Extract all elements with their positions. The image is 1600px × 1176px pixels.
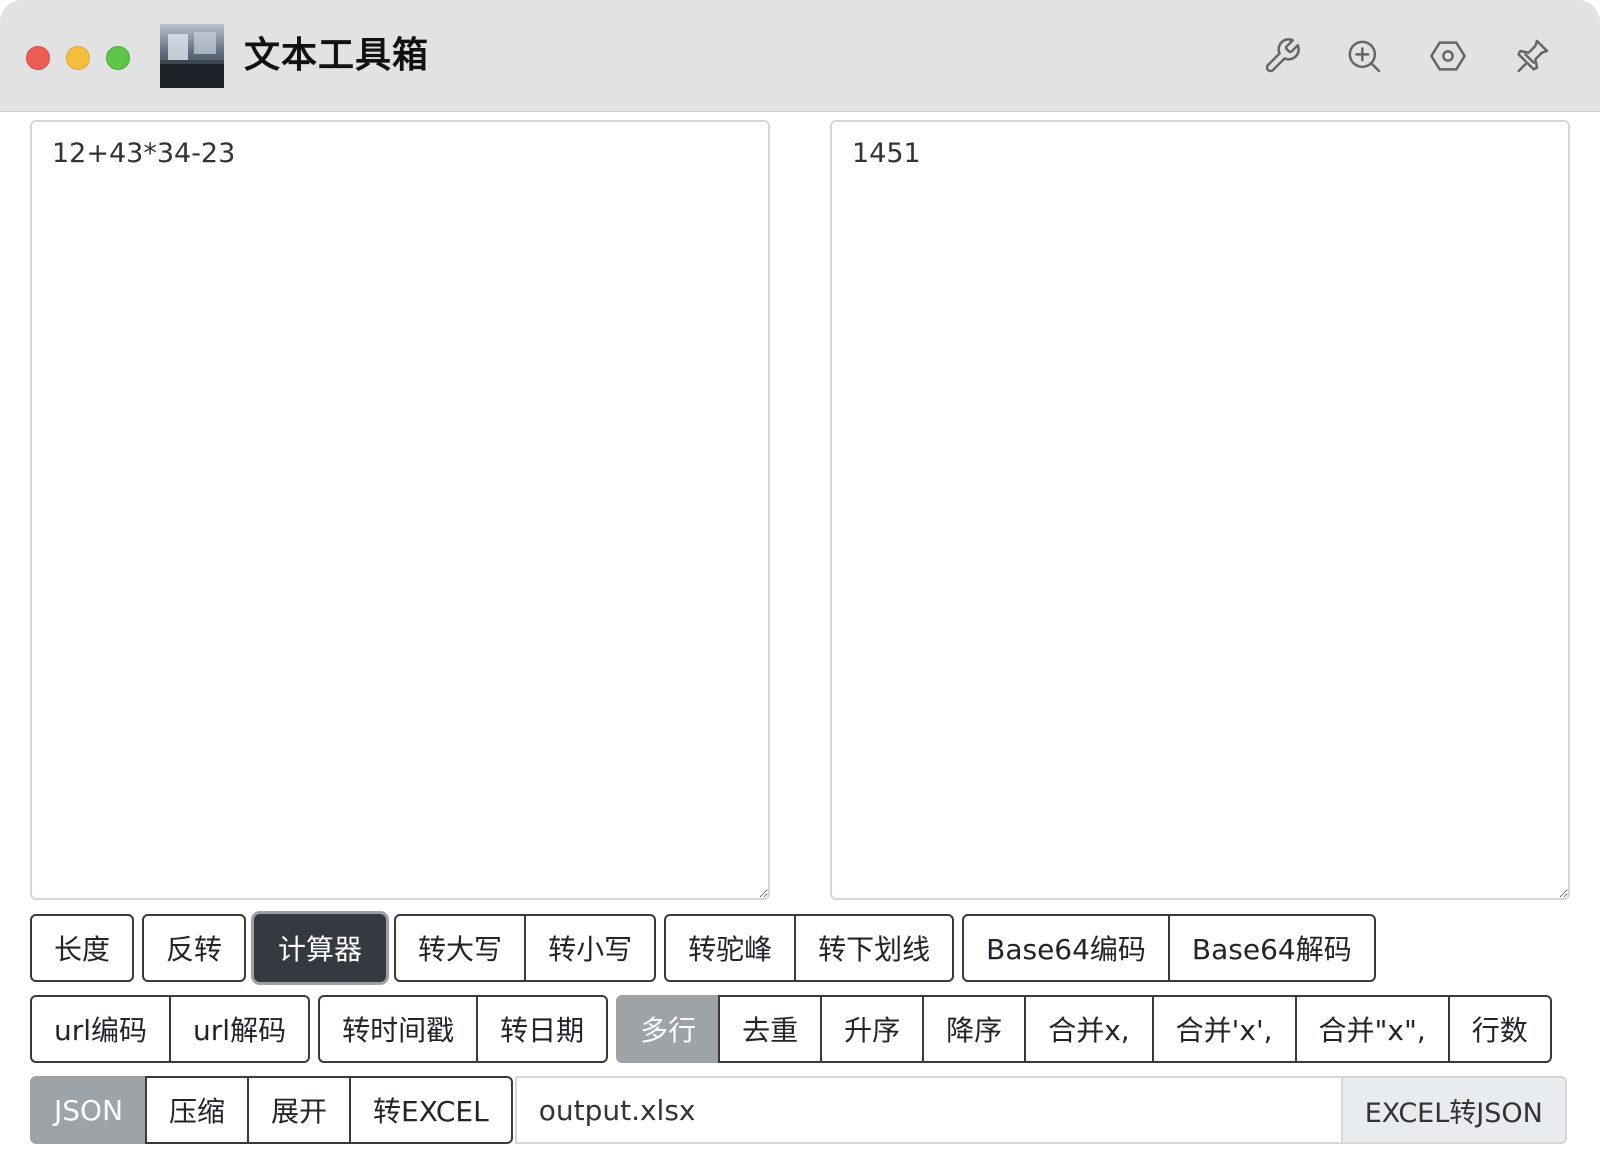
zoom-in-icon[interactable] xyxy=(1344,36,1384,76)
input-textarea[interactable] xyxy=(30,120,770,900)
output-textarea[interactable] xyxy=(830,120,1570,900)
length-button[interactable]: 长度 xyxy=(30,914,135,982)
to-timestamp-button[interactable]: 转时间戳 xyxy=(318,995,479,1063)
base64-decode-button[interactable]: Base64解码 xyxy=(1167,914,1376,982)
base64-encode-button[interactable]: Base64编码 xyxy=(962,914,1170,982)
merge-double-quote-button[interactable]: 合并"x", xyxy=(1294,995,1450,1063)
sort-asc-button[interactable]: 升序 xyxy=(820,995,925,1063)
calculator-button[interactable]: 计算器 xyxy=(254,914,387,982)
minimize-window-button[interactable] xyxy=(66,46,90,70)
to-lowercase-button[interactable]: 转小写 xyxy=(524,914,657,982)
dedupe-button[interactable]: 去重 xyxy=(718,995,823,1063)
app-window: 文本工具箱 长度 xyxy=(0,0,1600,1176)
multiline-label: 多行 xyxy=(616,995,721,1063)
to-date-button[interactable]: 转日期 xyxy=(476,995,609,1063)
toolbar-row-1: 长度 反转 计算器 转大写 转小写 转驼峰 转下划线 Base64编码 Base… xyxy=(30,914,1384,982)
excel-to-json-button[interactable]: EXCEL转JSON xyxy=(1340,1076,1567,1144)
toolbar-row-2: url编码 url解码 转时间戳 转日期 多行 去重 升序 降序 合并x, 合并… xyxy=(30,995,1560,1063)
to-uppercase-button[interactable]: 转大写 xyxy=(394,914,527,982)
line-count-button[interactable]: 行数 xyxy=(1447,995,1552,1063)
excel-file-group: output.xlsx EXCEL转JSON xyxy=(514,1076,1567,1144)
url-encode-button[interactable]: url编码 xyxy=(30,995,172,1063)
title-bar: 文本工具箱 xyxy=(0,0,1600,112)
json-label: JSON xyxy=(30,1076,148,1144)
reverse-button[interactable]: 反转 xyxy=(142,914,247,982)
hexagon-settings-icon[interactable] xyxy=(1428,36,1468,76)
wrench-icon[interactable] xyxy=(1262,36,1302,76)
json-minify-button[interactable]: 压缩 xyxy=(145,1076,250,1144)
toolbar-row-3: JSON 压缩 展开 转EXCEL output.xlsx EXCEL转JSON xyxy=(30,1076,1567,1144)
close-window-button[interactable] xyxy=(26,46,50,70)
merge-single-quote-button[interactable]: 合并'x', xyxy=(1151,995,1297,1063)
to-camelcase-button[interactable]: 转驼峰 xyxy=(664,914,797,982)
to-snakecase-button[interactable]: 转下划线 xyxy=(794,914,955,982)
app-title: 文本工具箱 xyxy=(244,35,430,76)
zoom-window-button[interactable] xyxy=(106,46,130,70)
url-decode-button[interactable]: url解码 xyxy=(169,995,311,1063)
app-icon xyxy=(160,24,224,88)
pin-icon[interactable] xyxy=(1512,36,1552,76)
json-expand-button[interactable]: 展开 xyxy=(247,1076,352,1144)
json-to-excel-button[interactable]: 转EXCEL xyxy=(349,1076,513,1144)
merge-comma-button[interactable]: 合并x, xyxy=(1024,995,1154,1063)
excel-filename-input[interactable]: output.xlsx xyxy=(514,1076,1341,1144)
sort-desc-button[interactable]: 降序 xyxy=(922,995,1027,1063)
